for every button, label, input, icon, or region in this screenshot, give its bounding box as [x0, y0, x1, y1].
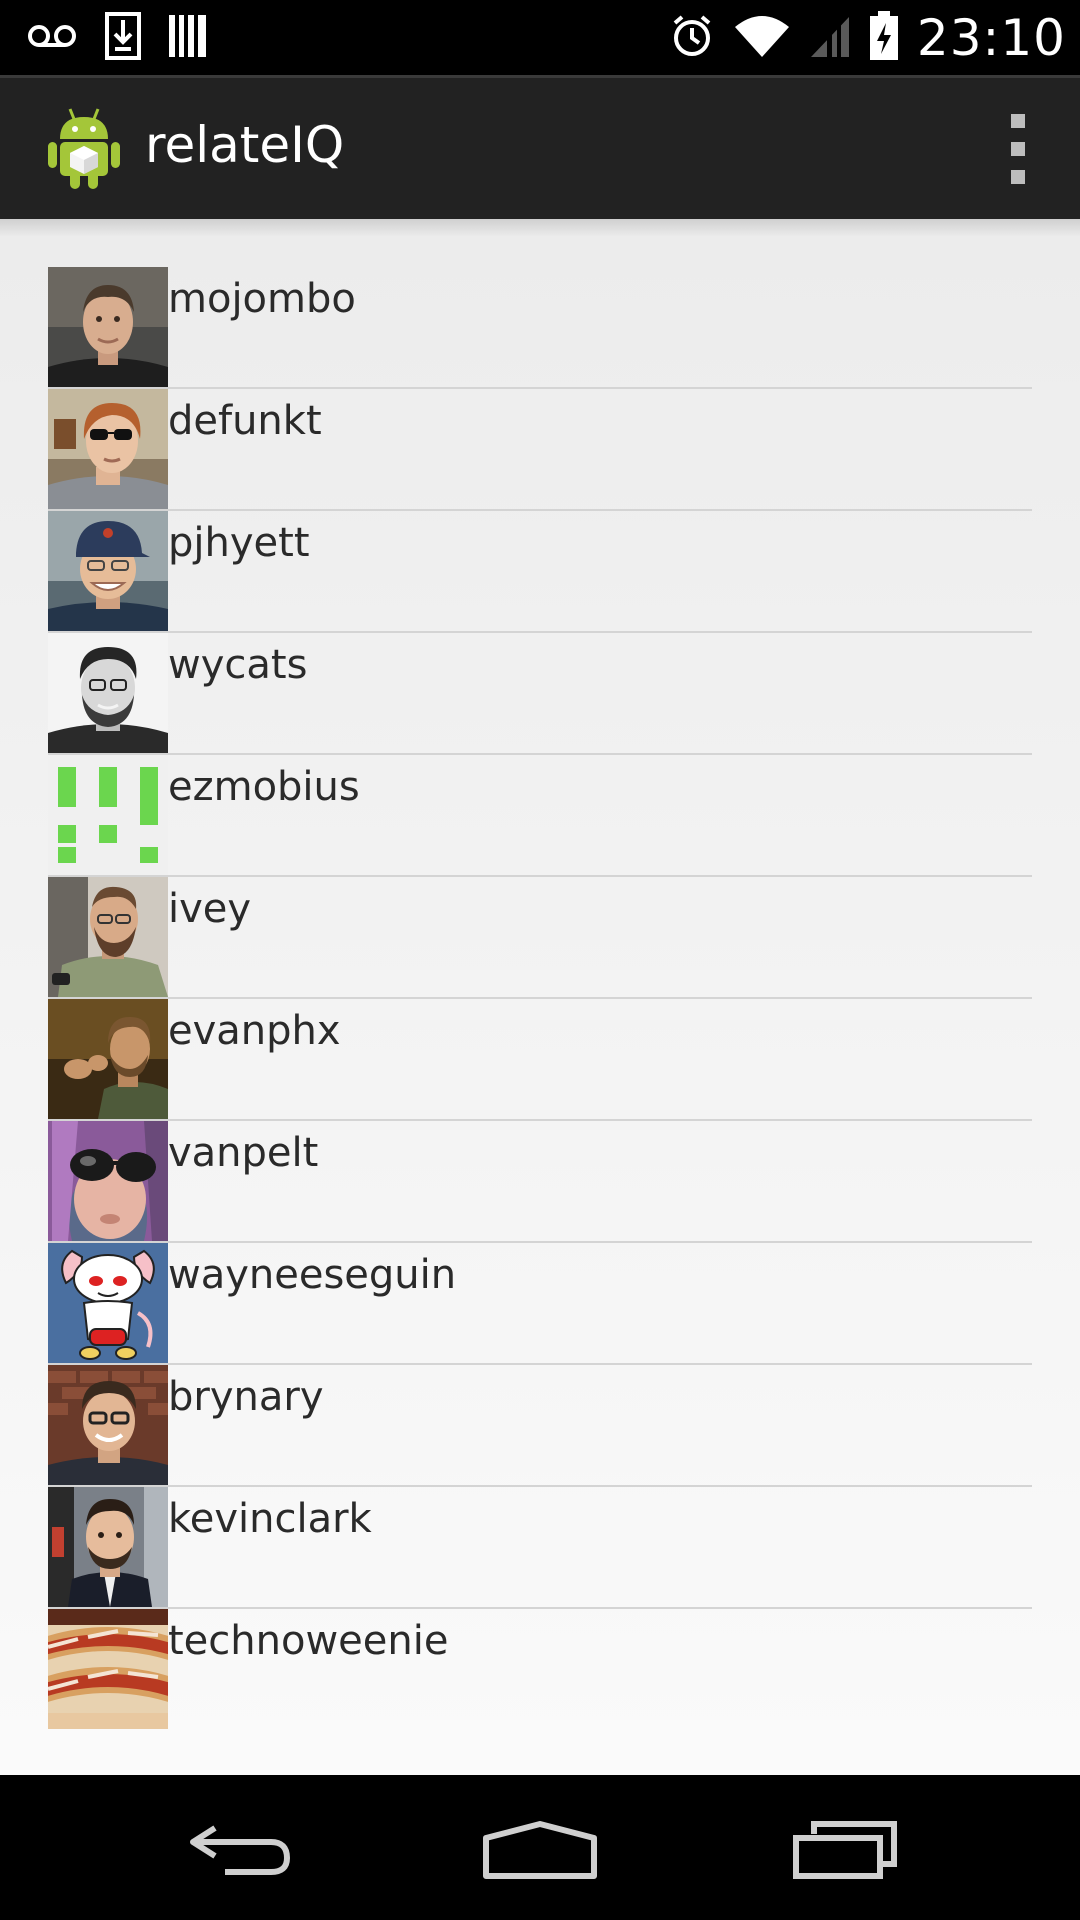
- username: ivey: [168, 886, 252, 932]
- avatar: [48, 267, 168, 387]
- avatar: [48, 999, 168, 1119]
- avatar: [48, 1365, 168, 1485]
- avatar: [48, 877, 168, 997]
- overflow-menu-icon[interactable]: [996, 114, 1040, 184]
- username: ezmobius: [168, 764, 360, 810]
- android-icon[interactable]: [46, 105, 122, 189]
- username: vanpelt: [168, 1130, 319, 1176]
- overflow-dot: [1011, 170, 1025, 184]
- username: brynary: [168, 1374, 324, 1420]
- overflow-dot: [1011, 114, 1025, 128]
- username: defunkt: [168, 398, 322, 444]
- avatar: [48, 755, 168, 875]
- list-item[interactable]: ezmobius: [48, 755, 1032, 877]
- username: kevinclark: [168, 1496, 372, 1542]
- back-icon[interactable]: [170, 1805, 310, 1895]
- overflow-dot: [1011, 142, 1025, 156]
- username: wayneeseguin: [168, 1252, 457, 1298]
- list-item[interactable]: kevinclark: [48, 1487, 1032, 1609]
- download-icon: [104, 11, 142, 65]
- app-title: relateIQ: [145, 116, 345, 174]
- list-item[interactable]: defunkt: [48, 389, 1032, 511]
- wifi-icon: [733, 13, 791, 63]
- avatar: [48, 1243, 168, 1363]
- home-icon[interactable]: [470, 1805, 610, 1895]
- username: evanphx: [168, 1008, 341, 1054]
- list-item[interactable]: brynary: [48, 1365, 1032, 1487]
- navigation-bar: [0, 1775, 1080, 1920]
- username: pjhyett: [168, 520, 310, 566]
- avatar: [48, 389, 168, 509]
- clock: 23:10: [916, 9, 1066, 67]
- list-item[interactable]: vanpelt: [48, 1121, 1032, 1243]
- avatar: [48, 511, 168, 631]
- avatar: [48, 1609, 168, 1729]
- avatar: [48, 633, 168, 753]
- username: technoweenie: [168, 1618, 449, 1664]
- barcode-icon: [168, 13, 208, 63]
- system-icons: 23:10: [669, 6, 1066, 70]
- alarm-icon: [669, 13, 715, 63]
- list-item[interactable]: mojombo: [48, 267, 1032, 389]
- list-item[interactable]: evanphx: [48, 999, 1032, 1121]
- list-item[interactable]: ivey: [48, 877, 1032, 999]
- action-bar: relateIQ: [0, 75, 1080, 219]
- recent-apps-icon[interactable]: [775, 1805, 915, 1895]
- user-list-container[interactable]: mojombo defunkt pjhyett wycats ezmobius …: [0, 219, 1080, 1775]
- list-item[interactable]: pjhyett: [48, 511, 1032, 633]
- list-item[interactable]: wycats: [48, 633, 1032, 755]
- user-list: mojombo defunkt pjhyett wycats ezmobius …: [48, 267, 1032, 1729]
- avatar: [48, 1121, 168, 1241]
- signal-icon: [809, 13, 851, 63]
- notification-icons: [26, 10, 208, 65]
- battery-charging-icon: [869, 11, 899, 65]
- list-item[interactable]: technoweenie: [48, 1609, 1032, 1729]
- username: wycats: [168, 642, 308, 688]
- username: mojombo: [168, 276, 356, 322]
- list-item[interactable]: wayneeseguin: [48, 1243, 1032, 1365]
- avatar: [48, 1487, 168, 1607]
- status-bar: 23:10: [0, 0, 1080, 75]
- voicemail-icon: [26, 21, 78, 55]
